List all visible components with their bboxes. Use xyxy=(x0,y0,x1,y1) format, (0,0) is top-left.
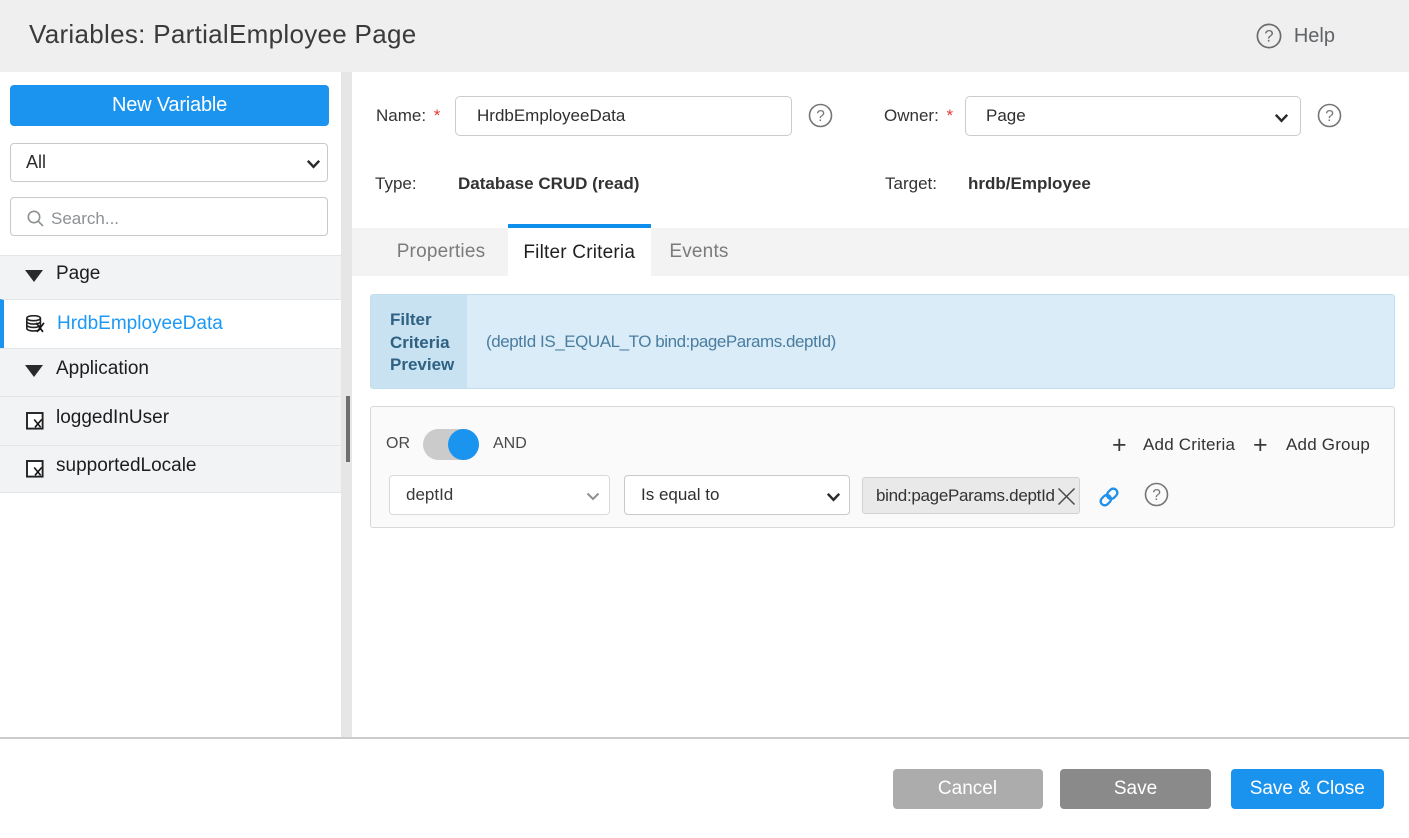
svg-text:?: ? xyxy=(1325,108,1334,125)
svg-text:?: ? xyxy=(816,108,825,125)
svg-text:?: ? xyxy=(1264,28,1273,46)
svg-text:?: ? xyxy=(1152,487,1161,504)
